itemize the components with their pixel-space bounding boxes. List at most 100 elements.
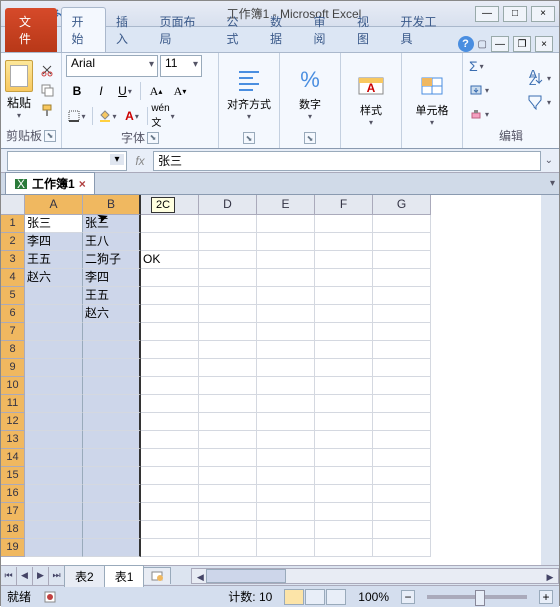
maximize-button[interactable]: □ <box>503 6 527 22</box>
cell[interactable] <box>199 269 257 287</box>
cell[interactable] <box>83 323 141 341</box>
cell[interactable] <box>257 323 315 341</box>
cell[interactable] <box>373 539 431 557</box>
cell[interactable] <box>25 305 83 323</box>
cell[interactable] <box>25 287 83 305</box>
row-header[interactable]: 4 <box>1 269 25 287</box>
cell[interactable] <box>315 503 373 521</box>
workbook-tab[interactable]: X 工作簿1 × <box>5 172 95 195</box>
formula-input[interactable]: 张三 <box>153 151 541 171</box>
sheet-tab-2[interactable]: 表1 <box>104 565 145 587</box>
cell[interactable] <box>141 431 199 449</box>
tab-prev-icon[interactable]: ◀ <box>17 567 33 585</box>
horizontal-scrollbar[interactable]: ◀ ▶ <box>191 568 559 584</box>
col-header-F[interactable]: F <box>315 195 373 215</box>
cell[interactable] <box>373 287 431 305</box>
cell[interactable] <box>373 215 431 233</box>
cell[interactable] <box>257 521 315 539</box>
cell[interactable] <box>199 449 257 467</box>
paste-dropdown-icon[interactable]: ▾ <box>17 111 21 120</box>
row-header[interactable]: 16 <box>1 485 25 503</box>
cell[interactable] <box>25 359 83 377</box>
cell[interactable] <box>141 485 199 503</box>
col-header-G[interactable]: G <box>373 195 431 215</box>
cell[interactable] <box>373 323 431 341</box>
cell[interactable] <box>373 521 431 539</box>
page-layout-view-button[interactable] <box>305 589 325 605</box>
cell[interactable] <box>25 503 83 521</box>
cell[interactable] <box>373 395 431 413</box>
cell[interactable] <box>373 341 431 359</box>
cell[interactable] <box>315 305 373 323</box>
cell[interactable] <box>257 539 315 557</box>
row-header[interactable]: 6 <box>1 305 25 323</box>
font-launcher-icon[interactable]: ⬊ <box>147 132 159 144</box>
cell[interactable] <box>25 467 83 485</box>
cell[interactable]: 张三 <box>83 215 141 233</box>
cell[interactable] <box>199 395 257 413</box>
cell[interactable] <box>199 341 257 359</box>
cell[interactable] <box>83 449 141 467</box>
cell[interactable] <box>83 503 141 521</box>
col-header-D[interactable]: D <box>199 195 257 215</box>
cell[interactable] <box>25 395 83 413</box>
cell[interactable] <box>199 377 257 395</box>
doc-close-button[interactable]: × <box>535 36 553 52</box>
cell[interactable]: 李四 <box>83 269 141 287</box>
cell[interactable] <box>25 377 83 395</box>
sheet-tab-1[interactable]: 表2 <box>64 565 105 587</box>
cell[interactable] <box>199 521 257 539</box>
cell[interactable] <box>373 503 431 521</box>
cell[interactable] <box>83 413 141 431</box>
zoom-slider[interactable] <box>427 595 527 599</box>
minimize-button[interactable]: — <box>475 6 499 22</box>
zoom-level[interactable]: 100% <box>358 590 389 604</box>
new-sheet-button[interactable] <box>143 567 171 584</box>
cell[interactable] <box>373 377 431 395</box>
cell[interactable] <box>315 449 373 467</box>
find-select-button[interactable]: ▾ <box>525 91 555 113</box>
cell[interactable] <box>199 431 257 449</box>
italic-button[interactable]: I <box>90 80 112 102</box>
styles-button[interactable]: A样式▾ <box>345 68 397 129</box>
fill-button[interactable]: ▾ <box>467 79 523 101</box>
cell[interactable] <box>257 431 315 449</box>
cell[interactable] <box>257 341 315 359</box>
cell[interactable] <box>83 359 141 377</box>
cell[interactable] <box>25 431 83 449</box>
close-button[interactable]: × <box>531 6 555 22</box>
doc-minimize-button[interactable]: — <box>491 36 509 52</box>
cell[interactable] <box>199 467 257 485</box>
cell[interactable] <box>83 467 141 485</box>
row-header[interactable]: 3 <box>1 251 25 269</box>
name-box[interactable] <box>7 151 127 171</box>
worksheet[interactable]: 2C ➤ ABCDEFG 1张三张三2李四王八3王五二狗子OK4赵六李四5王五6… <box>1 195 559 565</box>
cell[interactable] <box>315 467 373 485</box>
cell[interactable]: 张三 <box>25 215 83 233</box>
cell[interactable] <box>257 287 315 305</box>
cell[interactable] <box>25 485 83 503</box>
phonetic-button[interactable]: wén文 <box>152 105 174 127</box>
cell[interactable] <box>141 449 199 467</box>
cell[interactable] <box>257 215 315 233</box>
cell[interactable] <box>315 485 373 503</box>
tab-next-icon[interactable]: ▶ <box>33 567 49 585</box>
cell[interactable] <box>83 341 141 359</box>
autosum-button[interactable]: Σ▾ <box>467 55 523 77</box>
workbook-close-icon[interactable]: × <box>79 177 86 191</box>
page-break-view-button[interactable] <box>326 589 346 605</box>
cell[interactable] <box>199 233 257 251</box>
row-header[interactable]: 13 <box>1 431 25 449</box>
tab-last-icon[interactable]: ⏭ <box>49 567 65 585</box>
cell[interactable]: 王五 <box>25 251 83 269</box>
cell[interactable] <box>141 521 199 539</box>
cell[interactable] <box>141 413 199 431</box>
tab-first-icon[interactable]: ⏮ <box>1 567 17 585</box>
hscroll-thumb[interactable] <box>206 569 286 583</box>
cell[interactable] <box>315 377 373 395</box>
cell[interactable] <box>373 305 431 323</box>
fx-button[interactable]: fx <box>129 151 151 171</box>
cell[interactable] <box>25 449 83 467</box>
clear-button[interactable]: ▾ <box>467 103 523 125</box>
cell[interactable] <box>373 467 431 485</box>
